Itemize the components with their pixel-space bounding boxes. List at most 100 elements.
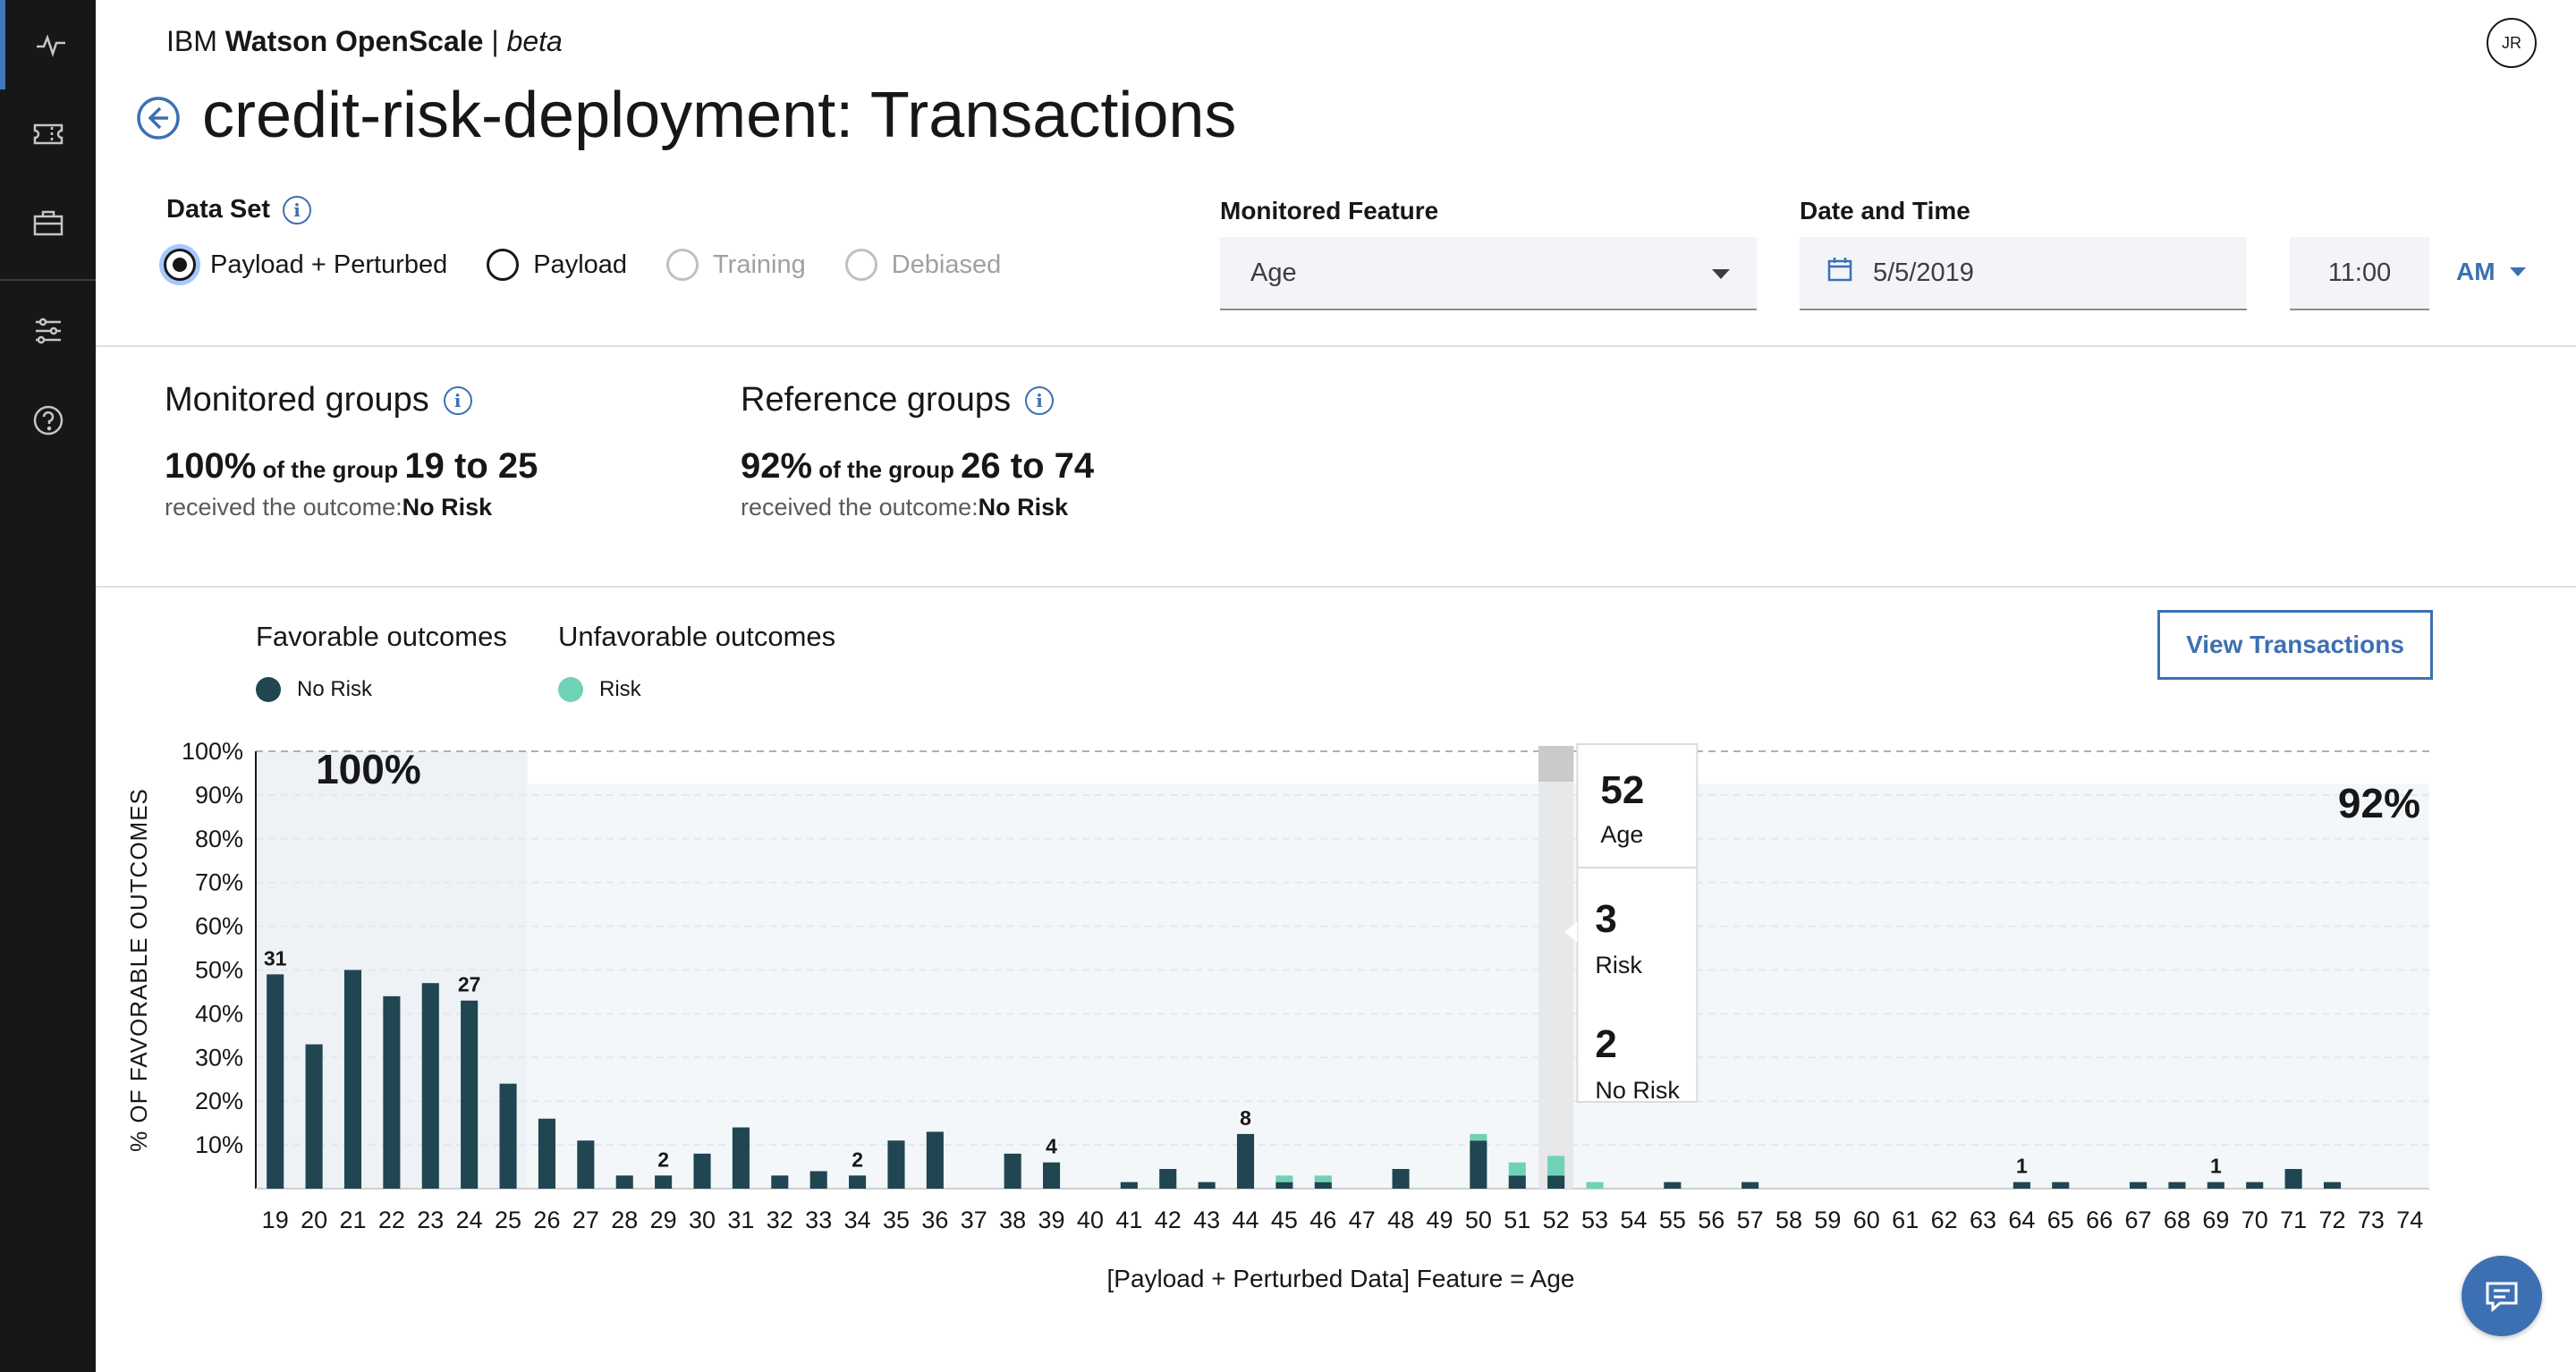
radio-label: Payload [533, 250, 628, 279]
bar-risk [1470, 1133, 1487, 1141]
x-tick-label: 37 [961, 1207, 987, 1233]
legend-item-no-risk: No Risk [256, 677, 372, 702]
x-tick-label: 22 [378, 1207, 405, 1233]
x-tick-label: 23 [417, 1207, 444, 1233]
reference-groups: Reference groups i 92% of the group 26 to… [741, 381, 1094, 521]
bar-no-risk [305, 1044, 323, 1189]
info-icon[interactable]: i [283, 195, 312, 224]
y-tick-label: 50% [195, 957, 243, 984]
bar-data-label: 27 [458, 973, 481, 996]
dataset-label: Data Set [166, 195, 271, 224]
time-value: 11:00 [2327, 258, 2392, 287]
monitored-groups-title: Monitored groups [165, 381, 429, 419]
brand-name: Watson OpenScale [225, 25, 484, 57]
outcome-value: No Risk [978, 494, 1069, 521]
chat-icon[interactable] [2462, 1256, 2542, 1336]
reference-group-annotation: 92% [2338, 780, 2420, 826]
time-input[interactable]: 11:00 [2290, 237, 2429, 310]
activity-icon[interactable] [0, 0, 96, 89]
left-nav-rail [0, 0, 96, 1372]
bar-risk [1508, 1162, 1526, 1176]
x-tick-label: 68 [2164, 1207, 2190, 1233]
radio-circle[interactable] [487, 249, 520, 281]
x-tick-label: 53 [1581, 1207, 1608, 1233]
y-tick-label: 20% [195, 1088, 243, 1114]
x-tick-label: 58 [1775, 1207, 1802, 1233]
legend-item-risk: Risk [558, 677, 641, 702]
x-tick-label: 32 [767, 1207, 793, 1233]
y-axis-title: % OF FAVORABLE OUTCOMES [125, 788, 152, 1152]
bar-no-risk [2284, 1168, 2302, 1189]
x-tick-label: 66 [2086, 1207, 2113, 1233]
radio-training: Training [666, 249, 806, 281]
bar-no-risk [2130, 1181, 2148, 1189]
legend-unfavorable-title: Unfavorable outcomes [558, 621, 836, 652]
legend-swatch [558, 677, 583, 702]
bar-no-risk [1120, 1181, 1138, 1189]
monitored-range: 19 to 25 [404, 446, 538, 486]
monitored-percent: 100% [165, 446, 257, 486]
help-icon[interactable] [0, 376, 96, 465]
brand-tag: beta [506, 25, 563, 57]
brand: IBM Watson OpenScale | beta [166, 25, 563, 58]
am-pm-select[interactable]: AM [2456, 258, 2526, 286]
x-tick-label: 67 [2125, 1207, 2152, 1233]
date-time-label: Date and Time [1800, 197, 1970, 224]
x-tick-label: 47 [1349, 1207, 1376, 1233]
x-tick-label: 28 [611, 1207, 638, 1233]
date-input[interactable]: 5/5/2019 [1800, 237, 2247, 310]
back-arrow-icon[interactable] [136, 96, 181, 140]
sliders-icon[interactable] [0, 286, 96, 376]
monitored-feature-select[interactable]: Age [1220, 237, 1757, 310]
avatar[interactable]: JR [2487, 18, 2537, 68]
bar-no-risk [615, 1175, 633, 1189]
info-icon[interactable]: i [443, 385, 472, 415]
reference-groups-stat: 92% of the group 26 to 74 [741, 446, 1094, 487]
legend-swatch [256, 677, 281, 702]
calendar-icon[interactable] [1826, 256, 1853, 290]
x-tick-label: 65 [2047, 1207, 2074, 1233]
dataset-label-row: Data Set i [166, 195, 312, 224]
x-tick-label: 54 [1620, 1207, 1647, 1233]
x-tick-label: 31 [727, 1207, 754, 1233]
view-transactions-button[interactable]: View Transactions [2157, 610, 2433, 680]
x-tick-label: 73 [2358, 1207, 2385, 1233]
bar-no-risk [2207, 1181, 2224, 1189]
x-tick-label: 36 [921, 1207, 948, 1233]
date-value: 5/5/2019 [1873, 258, 1974, 287]
y-tick-label: 100% [182, 738, 243, 765]
x-tick-label: 25 [495, 1207, 521, 1233]
bar-no-risk [2052, 1181, 2070, 1189]
bar-data-label: 1 [2210, 1155, 2222, 1178]
x-tick-label: 74 [2396, 1207, 2423, 1233]
bar-no-risk [655, 1175, 673, 1189]
x-tick-label: 29 [650, 1207, 677, 1233]
bar-no-risk [2012, 1181, 2030, 1189]
outcome-value: No Risk [402, 494, 493, 521]
x-tick-label: 64 [2008, 1207, 2035, 1233]
legend-label: No Risk [297, 677, 373, 701]
x-tick-label: 44 [1232, 1207, 1258, 1233]
x-tick-label: 49 [1426, 1207, 1453, 1233]
x-tick-label: 26 [533, 1207, 560, 1233]
dataset-radio-group: Payload + Perturbed Payload Training Deb… [164, 249, 1001, 281]
ticket-icon[interactable] [0, 89, 96, 179]
bar-no-risk [809, 1171, 827, 1189]
info-icon[interactable]: i [1025, 385, 1055, 415]
x-tick-label: 34 [844, 1207, 871, 1233]
reference-percent: 92% [741, 446, 813, 486]
radio-circle[interactable] [164, 249, 196, 281]
x-tick-label: 63 [1970, 1207, 1996, 1233]
bar-no-risk [1392, 1168, 1410, 1189]
briefcase-icon[interactable] [0, 179, 96, 268]
radio-payload-perturbed[interactable]: Payload + Perturbed [164, 249, 447, 281]
bar-no-risk [538, 1118, 555, 1189]
bar-no-risk [2168, 1181, 2186, 1189]
monitored-groups: Monitored groups i 100% of the group 19 t… [165, 381, 538, 521]
tooltip-risk-label: Risk [1595, 952, 1642, 978]
monitored-feature-value: Age [1250, 258, 1297, 287]
radio-payload[interactable]: Payload [487, 249, 627, 281]
x-tick-label: 60 [1853, 1207, 1880, 1233]
monitored-outcome: received the outcome:No Risk [165, 494, 538, 521]
bar-no-risk [1314, 1181, 1332, 1189]
